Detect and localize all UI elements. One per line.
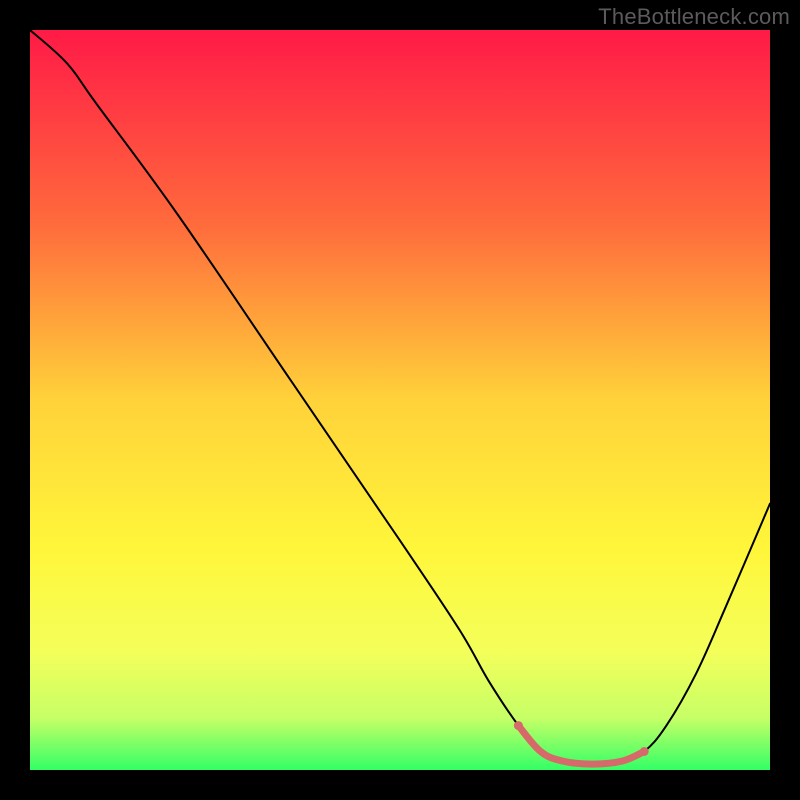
series-highlight-band-endpoint	[514, 721, 523, 730]
watermark-text: TheBottleneck.com	[598, 4, 790, 30]
series-highlight-band-endpoint	[640, 747, 649, 756]
gradient-background	[30, 30, 770, 770]
chart-frame: TheBottleneck.com	[0, 0, 800, 800]
bottleneck-chart	[30, 30, 770, 770]
